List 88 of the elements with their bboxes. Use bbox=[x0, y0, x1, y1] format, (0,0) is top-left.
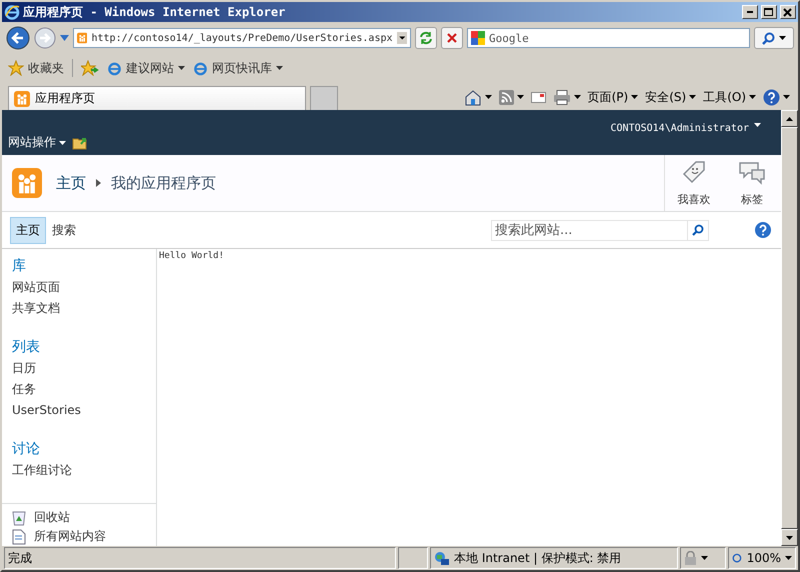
security-zone-text: 本地 Intranet | 保护模式: 禁用 bbox=[454, 550, 622, 566]
search-button[interactable] bbox=[754, 27, 794, 49]
speech-bubbles-icon bbox=[738, 160, 766, 186]
history-dropdown-icon[interactable] bbox=[60, 35, 69, 41]
user-menu[interactable]: CONTOSO14\Administrator bbox=[610, 110, 761, 155]
status-panel bbox=[398, 547, 428, 569]
site-actions-menu[interactable]: 网站操作 bbox=[8, 134, 66, 151]
dropdown-icon[interactable] bbox=[396, 30, 407, 46]
command-menu[interactable]: 安全(S) bbox=[645, 88, 696, 106]
vertical-scrollbar[interactable] bbox=[781, 110, 798, 546]
favorites-link[interactable]: 网页快讯库 bbox=[193, 60, 283, 76]
caret-icon bbox=[276, 66, 283, 70]
maximize-button[interactable] bbox=[761, 5, 777, 19]
refresh-button[interactable] bbox=[415, 27, 437, 49]
caret-icon bbox=[484, 95, 492, 99]
stop-button[interactable] bbox=[441, 27, 463, 49]
folder-arrow-icon[interactable] bbox=[72, 135, 89, 150]
minimize-icon bbox=[747, 11, 753, 13]
maximize-icon bbox=[764, 8, 774, 16]
breadcrumb-arrow-icon bbox=[96, 179, 101, 187]
search-provider-icon bbox=[471, 31, 485, 45]
people-logo-icon bbox=[12, 168, 42, 198]
favorites-link[interactable]: 建议网站 bbox=[107, 60, 185, 76]
nav-heading[interactable]: 讨论 bbox=[12, 438, 146, 460]
print-button[interactable] bbox=[552, 90, 581, 104]
nav-link[interactable]: 所有网站内容 bbox=[34, 528, 106, 545]
caret-icon bbox=[749, 95, 756, 99]
nav-tab[interactable]: 主页 bbox=[10, 216, 46, 244]
caret-icon bbox=[631, 95, 638, 99]
page-content-text: Hello World! bbox=[159, 251, 224, 261]
caret-icon bbox=[754, 123, 761, 127]
nav-link[interactable]: 回收站 bbox=[34, 509, 70, 526]
nav-heading[interactable]: 列表 bbox=[12, 336, 146, 358]
nav-link[interactable]: 工作组讨论 bbox=[12, 460, 146, 481]
site-search-field[interactable]: 搜索此网站... bbox=[491, 220, 709, 240]
status-text: 完成 bbox=[4, 547, 396, 569]
caret-icon bbox=[783, 95, 790, 99]
smiley-tag-icon bbox=[680, 160, 708, 186]
caret-icon bbox=[689, 95, 696, 99]
command-menu[interactable]: 页面(P) bbox=[588, 88, 638, 106]
nav-link[interactable]: UserStories bbox=[12, 400, 146, 421]
people-logo-icon bbox=[77, 31, 88, 45]
zoom-button[interactable]: 100% bbox=[728, 547, 796, 569]
caret-icon bbox=[701, 556, 708, 560]
nav-heading[interactable]: 库 bbox=[12, 255, 146, 277]
breadcrumb-link[interactable]: 主页 bbox=[56, 174, 86, 192]
nav-link[interactable]: 任务 bbox=[12, 379, 146, 400]
refresh-icon bbox=[419, 31, 433, 45]
caret-icon bbox=[59, 140, 66, 144]
minimize-button[interactable] bbox=[742, 5, 758, 19]
up-arrow-icon bbox=[786, 116, 793, 120]
help-icon[interactable] bbox=[755, 222, 771, 238]
page-title: 我的应用程序页 bbox=[111, 174, 216, 192]
help-button[interactable] bbox=[763, 88, 790, 106]
globe-e-icon bbox=[193, 60, 208, 76]
nav-link[interactable]: 共享文档 bbox=[12, 298, 146, 319]
close-icon bbox=[783, 8, 793, 16]
feeds-button[interactable] bbox=[498, 90, 524, 104]
browser-tab[interactable]: 应用程序页 bbox=[8, 86, 306, 110]
caret-icon bbox=[779, 36, 786, 40]
globe-computer-icon bbox=[434, 550, 450, 566]
search-icon bbox=[762, 32, 775, 44]
close-button[interactable] bbox=[780, 5, 796, 19]
ribbon-action-button[interactable]: 标签 bbox=[723, 155, 781, 211]
caret-icon bbox=[785, 556, 792, 560]
recycle-bin-icon bbox=[12, 510, 26, 526]
star-icon bbox=[8, 60, 24, 76]
globe-e-icon bbox=[107, 60, 122, 76]
mail-button[interactable] bbox=[530, 92, 546, 102]
back-button[interactable] bbox=[6, 26, 30, 50]
favorites-button[interactable]: 收藏夹 bbox=[8, 60, 64, 76]
nav-link[interactable]: 日历 bbox=[12, 358, 146, 379]
down-arrow-icon bbox=[786, 536, 793, 540]
browser-logo-icon bbox=[4, 4, 20, 20]
window-title: 应用程序页 - Windows Internet Explorer bbox=[23, 4, 286, 20]
search-icon[interactable] bbox=[692, 224, 704, 236]
caret-icon bbox=[178, 66, 185, 70]
nav-tab[interactable]: 搜索 bbox=[46, 216, 82, 244]
home-button[interactable] bbox=[464, 88, 492, 106]
command-menu[interactable]: 工具(O) bbox=[703, 88, 756, 106]
nav-link[interactable]: 网站页面 bbox=[12, 277, 146, 298]
ribbon-action-button[interactable]: 我喜欢 bbox=[664, 155, 723, 211]
address-field[interactable]: http://contoso14/_layouts/PreDemo/UserStories.aspx bbox=[73, 28, 411, 48]
search-field[interactable]: Google bbox=[467, 28, 750, 48]
caret-icon bbox=[574, 95, 581, 99]
close-icon bbox=[446, 32, 458, 44]
caret-icon bbox=[516, 95, 524, 99]
people-logo-icon bbox=[14, 90, 30, 106]
